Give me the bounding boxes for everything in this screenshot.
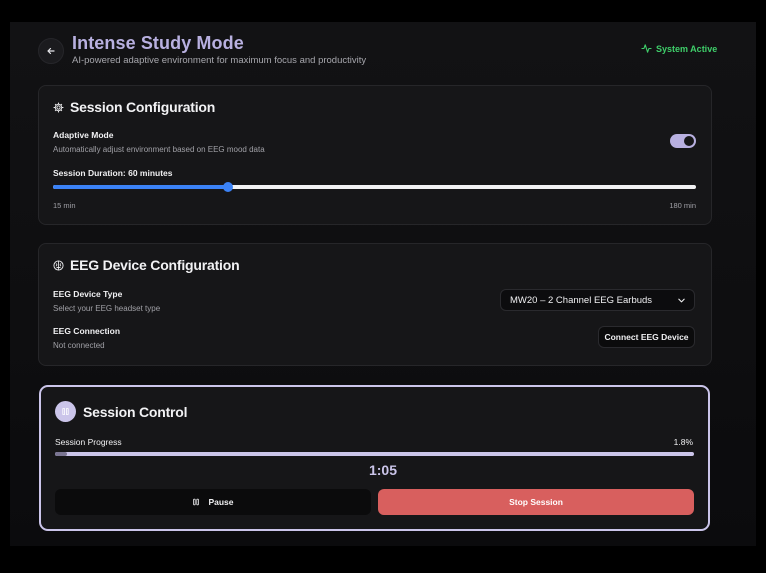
card-heading: Session Configuration: [70, 99, 216, 115]
session-progress-label: Session Progress: [55, 437, 122, 447]
eeg-device-select[interactable]: MW20 – 2 Channel EEG Earbuds: [500, 289, 695, 311]
eeg-configuration-title: EEG Device Configuration: [53, 257, 240, 273]
session-control-badge: [55, 401, 76, 422]
pause-label: Pause: [208, 497, 234, 507]
page-title: Intense Study Mode: [72, 33, 244, 53]
duration-max-label: 180 min: [669, 201, 696, 210]
gear-icon: [53, 101, 64, 113]
page-subtitle: AI-powered adaptive environment for maxi…: [72, 55, 367, 66]
eeg-connection-status: Not connected: [53, 341, 105, 350]
stop-session-button[interactable]: Stop Session: [378, 489, 694, 515]
adaptive-mode-toggle[interactable]: [670, 134, 696, 148]
session-configuration-title: Session Configuration: [53, 99, 215, 115]
slider-fill: [53, 185, 229, 189]
adaptive-mode-label: Adaptive Mode: [53, 130, 114, 140]
status-text: System Active: [656, 43, 718, 54]
session-progress-bar: [55, 452, 694, 456]
pause-icon: [62, 407, 69, 416]
system-status: System Active: [641, 43, 717, 54]
pause-button[interactable]: Pause: [55, 489, 371, 515]
progress-fill: [55, 452, 67, 456]
chevron-down-icon: [678, 298, 685, 302]
activity-icon: [641, 44, 652, 53]
card-heading: Session Control: [83, 404, 188, 420]
connect-eeg-button[interactable]: Connect EEG Device: [598, 326, 695, 348]
back-button[interactable]: [38, 38, 64, 64]
toggle-knob: [684, 136, 694, 146]
session-duration-slider[interactable]: [53, 182, 696, 192]
duration-min-label: 15 min: [53, 201, 76, 210]
session-progress-percent: 1.8%: [673, 437, 693, 447]
card-heading: EEG Device Configuration: [70, 257, 240, 273]
session-duration-label: Session Duration: 60 minutes: [53, 168, 173, 178]
session-timer: 1:05: [368, 462, 398, 478]
pause-icon: [193, 498, 200, 506]
adaptive-mode-description: Automatically adjust environment based o…: [53, 145, 265, 154]
brain-icon: [53, 259, 64, 271]
session-control-title: Session Control: [83, 404, 188, 420]
eeg-device-type-label: EEG Device Type: [53, 289, 123, 299]
eeg-device-selected: MW20 – 2 Channel EEG Earbuds: [510, 294, 653, 306]
eeg-connection-label: EEG Connection: [53, 326, 121, 336]
arrow-left-icon: [47, 47, 55, 55]
eeg-device-type-description: Select your EEG headset type: [53, 304, 161, 313]
